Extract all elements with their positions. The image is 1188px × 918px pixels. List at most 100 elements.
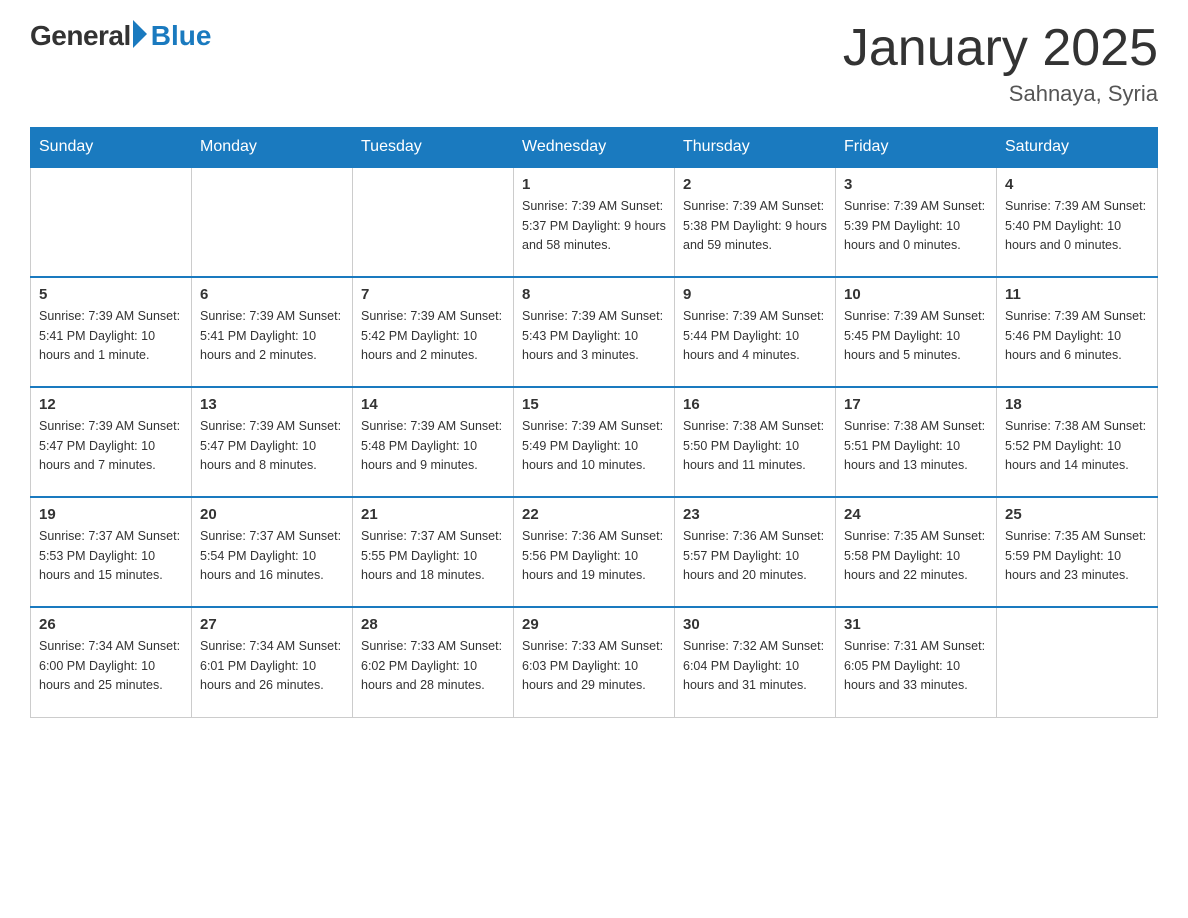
calendar-cell (997, 607, 1158, 717)
day-number: 7 (361, 286, 505, 303)
day-info: Sunrise: 7:39 AM Sunset: 5:38 PM Dayligh… (683, 197, 827, 255)
day-info: Sunrise: 7:33 AM Sunset: 6:02 PM Dayligh… (361, 637, 505, 695)
day-number: 10 (844, 286, 988, 303)
week-row-4: 26 Sunrise: 7:34 AM Sunset: 6:00 PM Dayli… (31, 607, 1158, 717)
day-number: 21 (361, 506, 505, 523)
day-info: Sunrise: 7:39 AM Sunset: 5:41 PM Dayligh… (200, 307, 344, 365)
location-subtitle: Sahnaya, Syria (843, 81, 1158, 107)
day-number: 25 (1005, 506, 1149, 523)
calendar-cell: 8 Sunrise: 7:39 AM Sunset: 5:43 PM Daylig… (514, 277, 675, 387)
calendar-cell: 22 Sunrise: 7:36 AM Sunset: 5:56 PM Dayli… (514, 497, 675, 607)
calendar-cell (31, 167, 192, 277)
day-number: 9 (683, 286, 827, 303)
header-friday: Friday (836, 128, 997, 168)
header-wednesday: Wednesday (514, 128, 675, 168)
calendar-table: SundayMondayTuesdayWednesdayThursdayFrid… (30, 127, 1158, 718)
header-monday: Monday (192, 128, 353, 168)
day-info: Sunrise: 7:39 AM Sunset: 5:47 PM Dayligh… (39, 417, 183, 475)
day-info: Sunrise: 7:33 AM Sunset: 6:03 PM Dayligh… (522, 637, 666, 695)
day-number: 24 (844, 506, 988, 523)
header-sunday: Sunday (31, 128, 192, 168)
logo-blue-text: Blue (151, 20, 212, 52)
day-info: Sunrise: 7:35 AM Sunset: 5:58 PM Dayligh… (844, 527, 988, 585)
day-number: 28 (361, 616, 505, 633)
day-info: Sunrise: 7:38 AM Sunset: 5:52 PM Dayligh… (1005, 417, 1149, 475)
day-info: Sunrise: 7:34 AM Sunset: 6:01 PM Dayligh… (200, 637, 344, 695)
header-thursday: Thursday (675, 128, 836, 168)
calendar-cell: 20 Sunrise: 7:37 AM Sunset: 5:54 PM Dayli… (192, 497, 353, 607)
calendar-cell: 5 Sunrise: 7:39 AM Sunset: 5:41 PM Daylig… (31, 277, 192, 387)
day-number: 16 (683, 396, 827, 413)
week-row-0: 1Sunrise: 7:39 AM Sunset: 5:37 PM Daylig… (31, 167, 1158, 277)
day-info: Sunrise: 7:38 AM Sunset: 5:51 PM Dayligh… (844, 417, 988, 475)
header-saturday: Saturday (997, 128, 1158, 168)
calendar-cell: 18Sunrise: 7:38 AM Sunset: 5:52 PM Dayli… (997, 387, 1158, 497)
day-number: 17 (844, 396, 988, 413)
day-info: Sunrise: 7:39 AM Sunset: 5:45 PM Dayligh… (844, 307, 988, 365)
day-info: Sunrise: 7:36 AM Sunset: 5:57 PM Dayligh… (683, 527, 827, 585)
week-row-2: 12 Sunrise: 7:39 AM Sunset: 5:47 PM Dayli… (31, 387, 1158, 497)
day-number: 20 (200, 506, 344, 523)
calendar-cell: 21 Sunrise: 7:37 AM Sunset: 5:55 PM Dayli… (353, 497, 514, 607)
calendar-cell (192, 167, 353, 277)
day-info: Sunrise: 7:31 AM Sunset: 6:05 PM Dayligh… (844, 637, 988, 695)
logo-arrow-icon (133, 20, 147, 48)
calendar-cell: 30 Sunrise: 7:32 AM Sunset: 6:04 PM Dayli… (675, 607, 836, 717)
day-info: Sunrise: 7:39 AM Sunset: 5:37 PM Dayligh… (522, 197, 666, 255)
day-info: Sunrise: 7:39 AM Sunset: 5:44 PM Dayligh… (683, 307, 827, 365)
day-number: 6 (200, 286, 344, 303)
calendar-cell: 14Sunrise: 7:39 AM Sunset: 5:48 PM Dayli… (353, 387, 514, 497)
day-info: Sunrise: 7:39 AM Sunset: 5:43 PM Dayligh… (522, 307, 666, 365)
day-info: Sunrise: 7:39 AM Sunset: 5:49 PM Dayligh… (522, 417, 666, 475)
logo: General Blue (30, 20, 211, 52)
day-info: Sunrise: 7:32 AM Sunset: 6:04 PM Dayligh… (683, 637, 827, 695)
day-number: 12 (39, 396, 183, 413)
day-info: Sunrise: 7:39 AM Sunset: 5:39 PM Dayligh… (844, 197, 988, 255)
day-number: 4 (1005, 176, 1149, 193)
week-row-1: 5 Sunrise: 7:39 AM Sunset: 5:41 PM Daylig… (31, 277, 1158, 387)
calendar-cell: 28 Sunrise: 7:33 AM Sunset: 6:02 PM Dayli… (353, 607, 514, 717)
day-info: Sunrise: 7:38 AM Sunset: 5:50 PM Dayligh… (683, 417, 827, 475)
day-info: Sunrise: 7:35 AM Sunset: 5:59 PM Dayligh… (1005, 527, 1149, 585)
day-info: Sunrise: 7:37 AM Sunset: 5:53 PM Dayligh… (39, 527, 183, 585)
calendar-cell: 29Sunrise: 7:33 AM Sunset: 6:03 PM Dayli… (514, 607, 675, 717)
calendar-cell: 3 Sunrise: 7:39 AM Sunset: 5:39 PM Daylig… (836, 167, 997, 277)
day-number: 30 (683, 616, 827, 633)
calendar-body: 1Sunrise: 7:39 AM Sunset: 5:37 PM Daylig… (31, 167, 1158, 717)
calendar-cell (353, 167, 514, 277)
day-info: Sunrise: 7:36 AM Sunset: 5:56 PM Dayligh… (522, 527, 666, 585)
day-info: Sunrise: 7:34 AM Sunset: 6:00 PM Dayligh… (39, 637, 183, 695)
day-number: 3 (844, 176, 988, 193)
calendar-cell: 4 Sunrise: 7:39 AM Sunset: 5:40 PM Daylig… (997, 167, 1158, 277)
calendar-cell: 7Sunrise: 7:39 AM Sunset: 5:42 PM Daylig… (353, 277, 514, 387)
calendar-cell: 1Sunrise: 7:39 AM Sunset: 5:37 PM Daylig… (514, 167, 675, 277)
day-info: Sunrise: 7:39 AM Sunset: 5:40 PM Dayligh… (1005, 197, 1149, 255)
calendar-cell: 9 Sunrise: 7:39 AM Sunset: 5:44 PM Daylig… (675, 277, 836, 387)
day-info: Sunrise: 7:39 AM Sunset: 5:41 PM Dayligh… (39, 307, 183, 365)
day-info: Sunrise: 7:39 AM Sunset: 5:48 PM Dayligh… (361, 417, 505, 475)
calendar-cell: 31Sunrise: 7:31 AM Sunset: 6:05 PM Dayli… (836, 607, 997, 717)
day-info: Sunrise: 7:37 AM Sunset: 5:55 PM Dayligh… (361, 527, 505, 585)
day-number: 8 (522, 286, 666, 303)
calendar-cell: 10 Sunrise: 7:39 AM Sunset: 5:45 PM Dayli… (836, 277, 997, 387)
day-number: 26 (39, 616, 183, 633)
calendar-cell: 19 Sunrise: 7:37 AM Sunset: 5:53 PM Dayli… (31, 497, 192, 607)
main-title: January 2025 (843, 20, 1158, 77)
calendar-cell: 17 Sunrise: 7:38 AM Sunset: 5:51 PM Dayli… (836, 387, 997, 497)
day-number: 15 (522, 396, 666, 413)
title-block: January 2025 Sahnaya, Syria (843, 20, 1158, 107)
day-number: 27 (200, 616, 344, 633)
day-number: 11 (1005, 286, 1149, 303)
calendar-cell: 13Sunrise: 7:39 AM Sunset: 5:47 PM Dayli… (192, 387, 353, 497)
day-number: 5 (39, 286, 183, 303)
day-number: 19 (39, 506, 183, 523)
calendar-header: SundayMondayTuesdayWednesdayThursdayFrid… (31, 128, 1158, 168)
day-info: Sunrise: 7:37 AM Sunset: 5:54 PM Dayligh… (200, 527, 344, 585)
calendar-cell: 15 Sunrise: 7:39 AM Sunset: 5:49 PM Dayli… (514, 387, 675, 497)
calendar-cell: 23Sunrise: 7:36 AM Sunset: 5:57 PM Dayli… (675, 497, 836, 607)
calendar-cell: 6 Sunrise: 7:39 AM Sunset: 5:41 PM Daylig… (192, 277, 353, 387)
day-number: 13 (200, 396, 344, 413)
day-number: 22 (522, 506, 666, 523)
day-number: 2 (683, 176, 827, 193)
calendar-cell: 26 Sunrise: 7:34 AM Sunset: 6:00 PM Dayli… (31, 607, 192, 717)
